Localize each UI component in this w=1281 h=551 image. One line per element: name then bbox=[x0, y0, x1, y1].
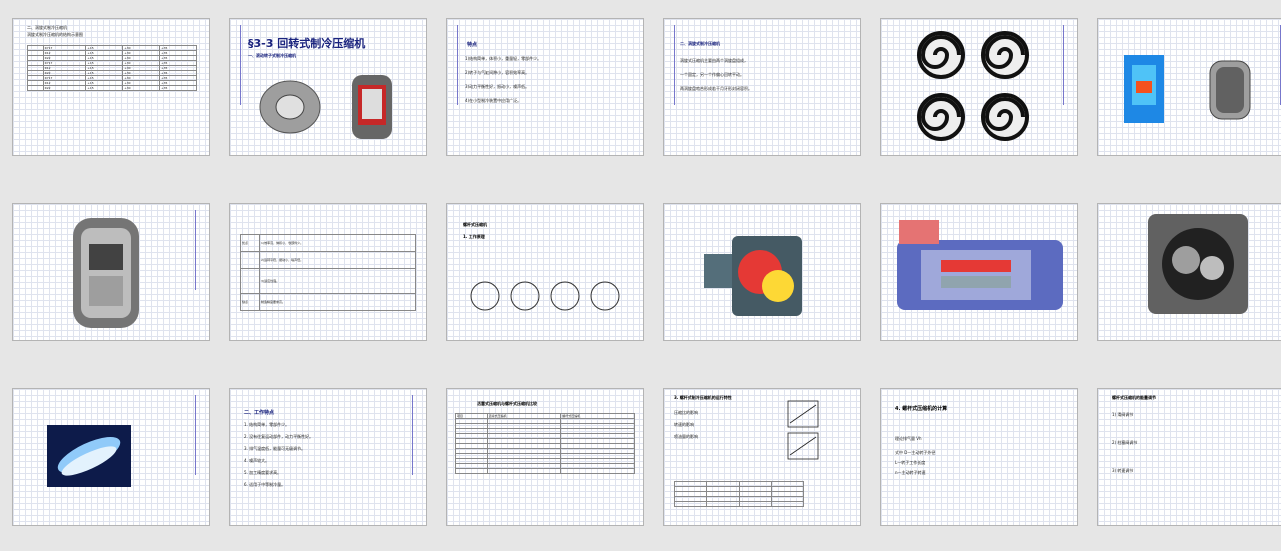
slide-heading: 二、涡旋式制冷压缩机 bbox=[680, 41, 720, 46]
slide-text: 式中 D—主动转子外径 bbox=[895, 450, 936, 455]
slide-thumbnail-7[interactable] bbox=[12, 203, 210, 341]
comparison-table: 项目 活塞式压缩机 螺杆式压缩机 bbox=[455, 413, 635, 474]
slide-heading: 螺杆式压缩机的能量调节 bbox=[1112, 395, 1156, 400]
slide-text: 2) 柱塞阀调节 bbox=[1112, 440, 1138, 445]
slide-title: 活塞式压缩机与螺杆式压缩机比较 bbox=[477, 401, 537, 406]
slide-thumbnail-6[interactable] bbox=[1097, 18, 1281, 156]
compressor-cutaway-image bbox=[73, 218, 139, 328]
slide-thumbnail-14[interactable]: 二、工作特点 1. 结构简单，零部件少。 2. 没有往复运动部件，动力平衡性好。… bbox=[229, 388, 427, 526]
slide-thumbnail-16[interactable]: 3. 螺杆式制冷压缩机的运行特性 压缩比的影响 转速的影响 喷油量的影响 bbox=[663, 388, 861, 526]
slide-text: 4)在小型制冷装置中应用广泛。 bbox=[465, 98, 522, 103]
slide-thumbnail-15[interactable]: 活塞式压缩机与螺杆式压缩机比较 项目 活塞式压缩机 螺杆式压缩机 bbox=[446, 388, 644, 526]
decor-line bbox=[240, 25, 241, 105]
slide-text: 3)动力平衡性好，振动小，噪声低。 bbox=[465, 84, 530, 89]
slide-table: R717 +15 +30 +35 R12 +15 +30 +35 R22 +15 +30 +35 … bbox=[27, 45, 197, 91]
slide-text: 2)转子与气缸间隙小，容积效率高。 bbox=[465, 70, 530, 75]
decor-line bbox=[457, 25, 458, 105]
slide-heading: 螺杆式压缩机 bbox=[463, 222, 487, 227]
slide-text: 3. 排气温度低，能量可无级调节。 bbox=[244, 446, 306, 451]
slide-text: 4. 噪声较大。 bbox=[244, 458, 270, 463]
slide-thumbnail-4[interactable]: 二、涡旋式制冷压缩机 涡旋式压缩机主要由两个涡旋盘组成， 一个固定，另一个作偏心… bbox=[663, 18, 861, 156]
slide-heading: 4. 螺杆式压缩机的计算 bbox=[895, 406, 948, 412]
slide-subtitle: 1. 工作原理 bbox=[463, 234, 485, 239]
slide-title: §3-3 回转式制冷压缩机 bbox=[248, 37, 366, 50]
slide-text: 2. 没有往复运动部件，动力平衡性好。 bbox=[244, 434, 314, 439]
slide-text: 压缩比的影响 bbox=[674, 410, 698, 415]
rotary-compressor-image bbox=[259, 75, 392, 139]
slide-text: 1. 结构简单，零部件少。 bbox=[244, 422, 290, 427]
scroll-diagram-image bbox=[917, 31, 1029, 141]
slide-thumbnail-12[interactable] bbox=[1097, 203, 1281, 341]
slide-subtitle: 一、滚动转子式制冷压缩机 bbox=[248, 53, 296, 58]
operating-characteristic-chart bbox=[787, 400, 819, 460]
scroll-compressor-image bbox=[1124, 55, 1251, 123]
slide-text: n—主动转子转速 bbox=[895, 470, 926, 475]
screw-compressor-cutaway bbox=[897, 220, 1063, 310]
slide-text: 5. 加工精度要求高。 bbox=[244, 470, 282, 475]
comparison-table: 优点 1)效率高，体积小，零部件少。 2)运转平稳，振动小，噪声低。 3)适应性强… bbox=[240, 234, 416, 311]
slide-thumbnail-1[interactable]: 二、涡旋式制冷压缩机 涡旋式制冷压缩机的结构示意图 R717 +15 +30 +35 … bbox=[12, 18, 210, 156]
slide-text: 转速的影响 bbox=[674, 422, 694, 427]
data-table bbox=[673, 481, 805, 507]
slide-thumbnail-18[interactable]: 螺杆式压缩机的能量调节 1) 滑阀调节 2) 柱塞阀调节 3) 转速调节 bbox=[1097, 388, 1281, 526]
slide-text: 涡旋式制冷压缩机的结构示意图 bbox=[27, 32, 83, 37]
slide-thumbnail-5[interactable] bbox=[880, 18, 1078, 156]
slide-heading: 3. 螺杆式制冷压缩机的运行特性 bbox=[674, 395, 732, 400]
decor-line bbox=[195, 210, 196, 290]
slide-text: 6. 适用于中等制冷量。 bbox=[244, 482, 286, 487]
screw-rotor-housing-image bbox=[1148, 214, 1248, 314]
slide-thumbnail-13[interactable] bbox=[12, 388, 210, 526]
screw-rotors-image bbox=[47, 425, 131, 487]
slide-heading: 特点 bbox=[467, 42, 478, 48]
screw-compressor-image bbox=[704, 236, 802, 316]
slide-text: 1) 滑阀调节 bbox=[1112, 412, 1134, 417]
slide-text: 二、涡旋式制冷压缩机 bbox=[27, 25, 67, 30]
slide-thumbnail-17[interactable]: 4. 螺杆式压缩机的计算 理论排气量 Vh 式中 D—主动转子外径 L—转子工作… bbox=[880, 388, 1078, 526]
screw-principle-diagram bbox=[470, 281, 620, 311]
slide-text: 两涡旋盘啮合形成若干月牙形封闭容积。 bbox=[680, 86, 752, 91]
slide-heading: 二、工作特点 bbox=[244, 410, 275, 416]
slide-thumbnail-9[interactable]: 螺杆式压缩机 1. 工作原理 bbox=[446, 203, 644, 341]
decor-line bbox=[1063, 25, 1064, 105]
decor-line bbox=[412, 395, 413, 475]
slide-thumbnail-3[interactable]: 特点 1)结构简单，体积小，重量轻，零部件少。 2)转子与气缸间隙小，容积效率高… bbox=[446, 18, 644, 156]
slide-thumbnail-8[interactable]: 优点 1)效率高，体积小，零部件少。 2)运转平稳，振动小，噪声低。 3)适应性强… bbox=[229, 203, 427, 341]
slide-text: 理论排气量 Vh bbox=[895, 436, 922, 441]
decor-line bbox=[674, 25, 675, 105]
slide-thumbnail-11[interactable] bbox=[880, 203, 1078, 341]
slide-text: 涡旋式压缩机主要由两个涡旋盘组成， bbox=[680, 58, 748, 63]
slide-thumbnail-10[interactable] bbox=[663, 203, 861, 341]
slide-text: 3) 转速调节 bbox=[1112, 468, 1134, 473]
slide-text: L—转子工作长度 bbox=[895, 460, 926, 465]
slide-text: 1)结构简单，体积小，重量轻，零部件少。 bbox=[465, 56, 542, 61]
slide-text: 喷油量的影响 bbox=[674, 434, 698, 439]
decor-line bbox=[195, 395, 196, 475]
slide-text: 一个固定，另一个作偏心回转平动。 bbox=[680, 72, 744, 77]
slide-thumbnail-2[interactable]: §3-3 回转式制冷压缩机 一、滚动转子式制冷压缩机 bbox=[229, 18, 427, 156]
